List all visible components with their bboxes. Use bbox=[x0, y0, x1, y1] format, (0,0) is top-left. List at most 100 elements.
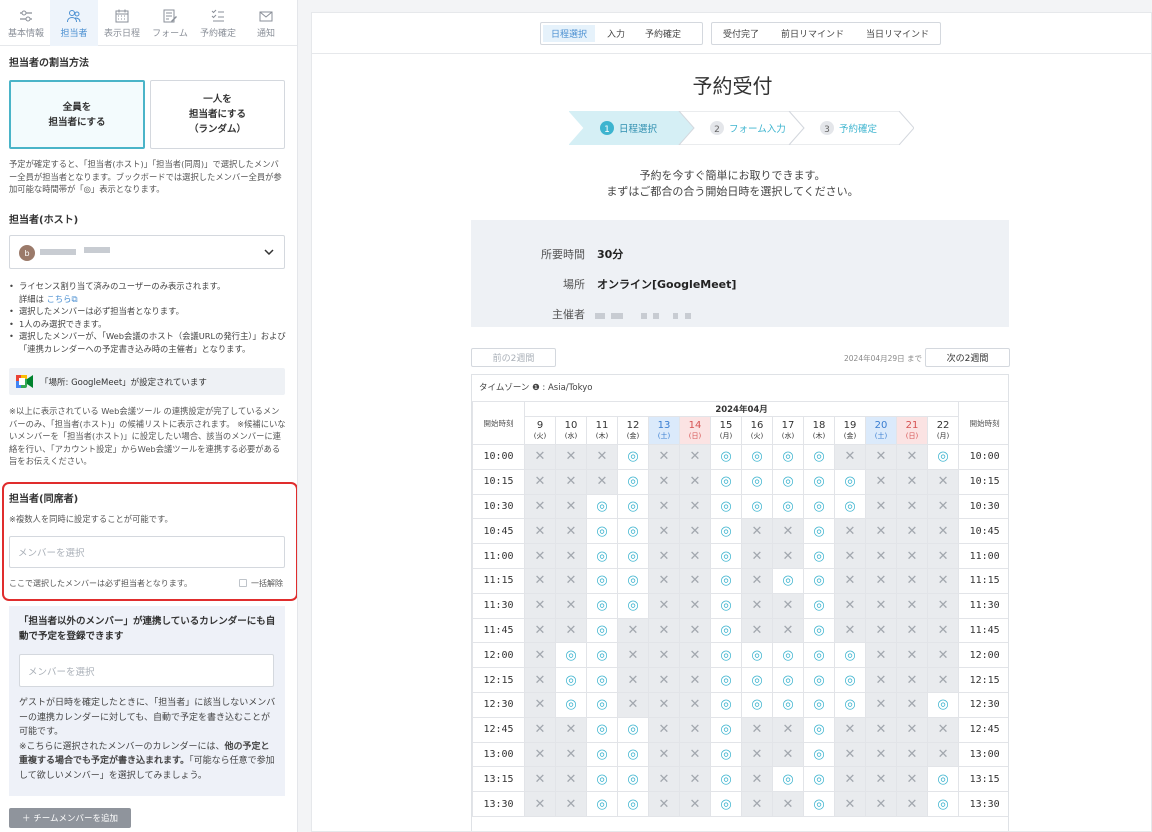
nav-tab-4[interactable]: 予約確定 bbox=[194, 0, 242, 46]
available-slot-icon[interactable]: ◎ bbox=[803, 567, 835, 594]
available-slot-icon[interactable]: ◎ bbox=[617, 543, 649, 569]
available-slot-icon[interactable]: ◎ bbox=[555, 667, 587, 693]
available-slot-icon[interactable]: ◎ bbox=[772, 468, 804, 495]
available-slot-icon[interactable]: ◎ bbox=[803, 766, 835, 793]
available-slot-icon[interactable]: ◎ bbox=[772, 493, 804, 520]
available-slot-icon[interactable]: ◎ bbox=[586, 691, 618, 718]
available-slot-icon[interactable]: ◎ bbox=[710, 741, 742, 768]
available-slot-icon[interactable]: ◎ bbox=[926, 791, 960, 817]
available-slot-icon[interactable]: ◎ bbox=[710, 791, 742, 817]
nav-tab-3[interactable]: フォーム bbox=[146, 0, 194, 46]
available-slot-icon[interactable]: ◎ bbox=[710, 642, 742, 669]
available-slot-icon[interactable]: ◎ bbox=[803, 493, 835, 520]
nav-tab-5[interactable]: 通知 bbox=[242, 0, 290, 46]
available-slot-icon[interactable]: ◎ bbox=[803, 791, 835, 817]
available-slot-icon[interactable]: ◎ bbox=[741, 691, 773, 718]
available-slot-icon[interactable]: ◎ bbox=[617, 741, 649, 768]
preview-tab-1[interactable]: 入力 bbox=[599, 25, 633, 42]
available-slot-icon[interactable]: ◎ bbox=[772, 667, 804, 693]
available-slot-icon[interactable]: ◎ bbox=[586, 518, 618, 545]
available-slot-icon[interactable]: ◎ bbox=[926, 766, 960, 793]
available-slot-icon[interactable]: ◎ bbox=[803, 667, 835, 693]
available-slot-icon[interactable]: ◎ bbox=[586, 493, 618, 520]
available-slot-icon[interactable]: ◎ bbox=[586, 741, 618, 768]
add-team-member-button[interactable]: ＋ チームメンバーを追加 bbox=[9, 808, 131, 828]
available-slot-icon[interactable]: ◎ bbox=[586, 543, 618, 569]
clear-all-checkbox[interactable] bbox=[239, 579, 247, 587]
available-slot-icon[interactable]: ◎ bbox=[926, 444, 960, 470]
available-slot-icon[interactable]: ◎ bbox=[803, 543, 835, 569]
available-slot-icon[interactable]: ◎ bbox=[803, 592, 835, 619]
available-slot-icon[interactable]: ◎ bbox=[834, 493, 866, 520]
next-2weeks-button[interactable]: 次の2週間 bbox=[925, 348, 1010, 367]
available-slot-icon[interactable]: ◎ bbox=[710, 567, 742, 594]
available-slot-icon[interactable]: ◎ bbox=[710, 716, 742, 743]
available-slot-icon[interactable]: ◎ bbox=[803, 518, 835, 545]
available-slot-icon[interactable]: ◎ bbox=[710, 691, 742, 718]
available-slot-icon[interactable]: ◎ bbox=[586, 617, 618, 644]
available-slot-icon[interactable]: ◎ bbox=[741, 468, 773, 495]
available-slot-icon[interactable]: ◎ bbox=[586, 667, 618, 693]
available-slot-icon[interactable]: ◎ bbox=[710, 667, 742, 693]
reminder-tab-0[interactable]: 受付完了 bbox=[715, 25, 767, 42]
available-slot-icon[interactable]: ◎ bbox=[803, 444, 835, 470]
available-slot-icon[interactable]: ◎ bbox=[926, 691, 960, 718]
available-slot-icon[interactable]: ◎ bbox=[772, 766, 804, 793]
assign-one-random-option[interactable]: 一人を 担当者にする （ランダム） bbox=[150, 80, 285, 149]
available-slot-icon[interactable]: ◎ bbox=[586, 567, 618, 594]
available-slot-icon[interactable]: ◎ bbox=[555, 642, 587, 669]
available-slot-icon[interactable]: ◎ bbox=[741, 444, 773, 470]
available-slot-icon[interactable]: ◎ bbox=[803, 642, 835, 669]
available-slot-icon[interactable]: ◎ bbox=[617, 444, 649, 470]
reminder-tab-1[interactable]: 前日リマインド bbox=[773, 25, 852, 42]
available-slot-icon[interactable]: ◎ bbox=[617, 766, 649, 793]
nav-tab-2[interactable]: 表示日程 bbox=[98, 0, 146, 46]
available-slot-icon[interactable]: ◎ bbox=[586, 592, 618, 619]
available-slot-icon[interactable]: ◎ bbox=[710, 444, 742, 470]
available-slot-icon[interactable]: ◎ bbox=[617, 518, 649, 545]
host-select[interactable]: b bbox=[9, 235, 285, 269]
available-slot-icon[interactable]: ◎ bbox=[834, 667, 866, 693]
available-slot-icon[interactable]: ◎ bbox=[772, 691, 804, 718]
available-slot-icon[interactable]: ◎ bbox=[586, 791, 618, 817]
available-slot-icon[interactable]: ◎ bbox=[710, 766, 742, 793]
available-slot-icon[interactable]: ◎ bbox=[710, 493, 742, 520]
available-slot-icon[interactable]: ◎ bbox=[586, 716, 618, 743]
preview-tab-0[interactable]: 日程選択 bbox=[543, 25, 596, 42]
details-link[interactable]: こちら bbox=[47, 294, 72, 304]
available-slot-icon[interactable]: ◎ bbox=[586, 766, 618, 793]
available-slot-icon[interactable]: ◎ bbox=[772, 567, 804, 594]
clear-all-label[interactable]: 一括解除 bbox=[251, 578, 283, 589]
other-member-select-input[interactable]: メンバーを選択 bbox=[19, 654, 274, 687]
available-slot-icon[interactable]: ◎ bbox=[586, 642, 618, 669]
available-slot-icon[interactable]: ◎ bbox=[803, 716, 835, 743]
available-slot-icon[interactable]: ◎ bbox=[803, 468, 835, 495]
prev-2weeks-button[interactable]: 前の2週間 bbox=[471, 348, 556, 367]
available-slot-icon[interactable]: ◎ bbox=[617, 592, 649, 619]
nav-tab-0[interactable]: 基本情報 bbox=[2, 0, 50, 46]
nav-tab-1[interactable]: 担当者 bbox=[50, 0, 98, 46]
reminder-tab-2[interactable]: 当日リマインド bbox=[858, 25, 937, 42]
available-slot-icon[interactable]: ◎ bbox=[617, 791, 649, 817]
available-slot-icon[interactable]: ◎ bbox=[710, 468, 742, 495]
available-slot-icon[interactable]: ◎ bbox=[741, 493, 773, 520]
available-slot-icon[interactable]: ◎ bbox=[617, 493, 649, 520]
available-slot-icon[interactable]: ◎ bbox=[803, 741, 835, 768]
available-slot-icon[interactable]: ◎ bbox=[834, 468, 866, 495]
available-slot-icon[interactable]: ◎ bbox=[710, 518, 742, 545]
available-slot-icon[interactable]: ◎ bbox=[741, 667, 773, 693]
attendee-select-input[interactable]: メンバーを選択 bbox=[9, 536, 285, 568]
available-slot-icon[interactable]: ◎ bbox=[710, 592, 742, 619]
available-slot-icon[interactable]: ◎ bbox=[617, 716, 649, 743]
available-slot-icon[interactable]: ◎ bbox=[803, 617, 835, 644]
available-slot-icon[interactable]: ◎ bbox=[710, 543, 742, 569]
available-slot-icon[interactable]: ◎ bbox=[772, 642, 804, 669]
available-slot-icon[interactable]: ◎ bbox=[555, 691, 587, 718]
preview-tab-2[interactable]: 予約確定 bbox=[637, 25, 689, 42]
available-slot-icon[interactable]: ◎ bbox=[834, 691, 866, 718]
assign-all-option[interactable]: 全員を 担当者にする bbox=[9, 80, 145, 149]
available-slot-icon[interactable]: ◎ bbox=[772, 444, 804, 470]
available-slot-icon[interactable]: ◎ bbox=[710, 617, 742, 644]
available-slot-icon[interactable]: ◎ bbox=[741, 642, 773, 669]
available-slot-icon[interactable]: ◎ bbox=[834, 642, 866, 669]
